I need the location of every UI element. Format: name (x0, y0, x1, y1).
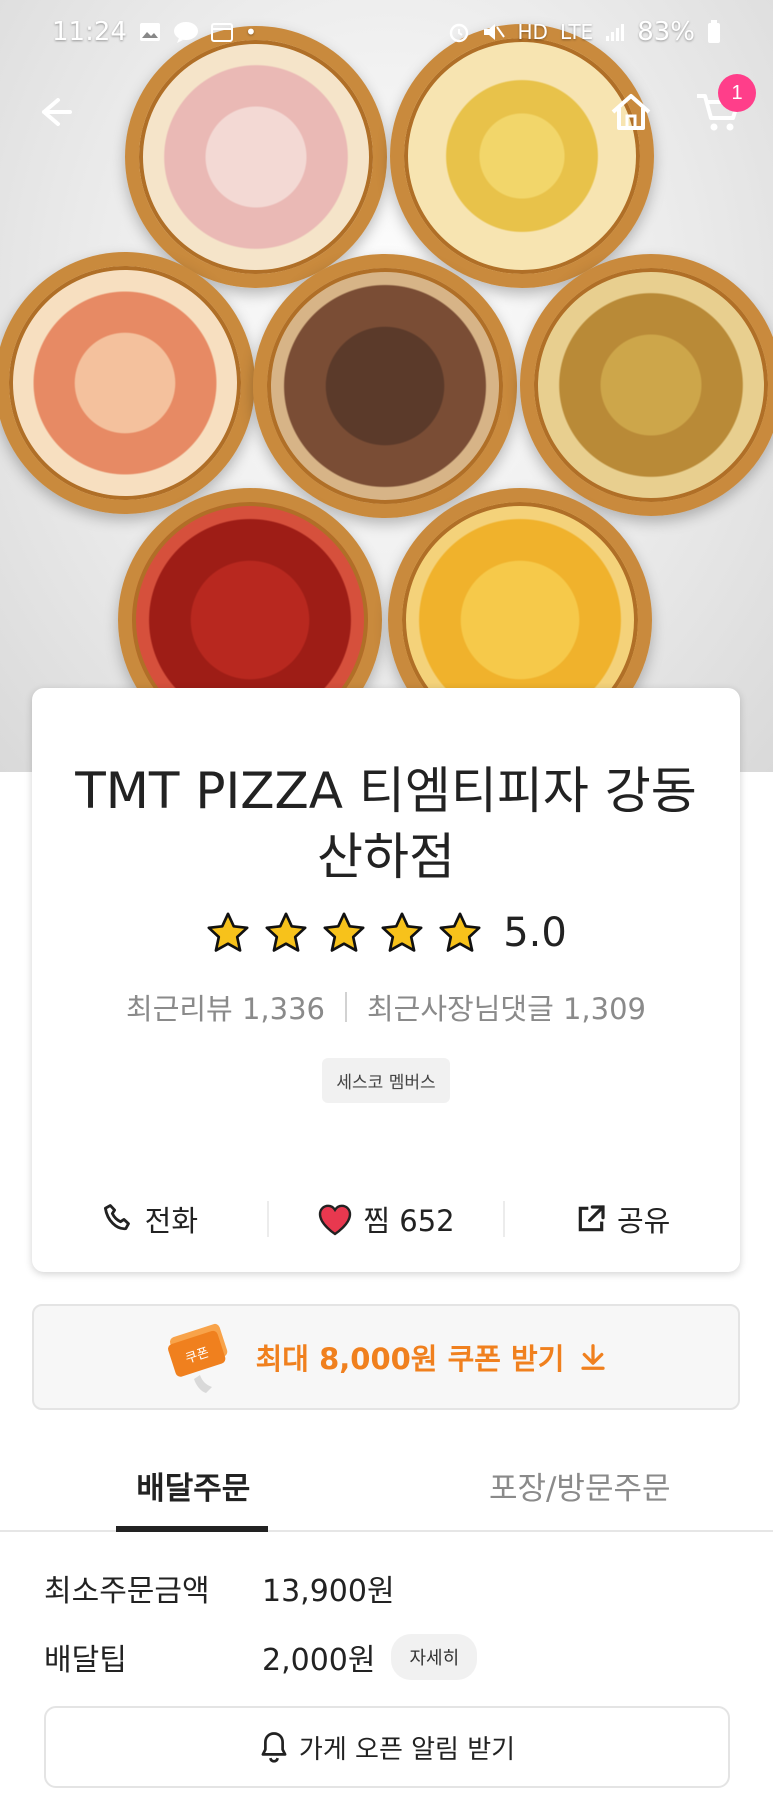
tab-pickup-label: 포장/방문주문 (488, 1470, 671, 1507)
star-icon (381, 912, 423, 952)
star-icon (439, 912, 481, 952)
delivery-tip-row: 배달팁 2,000원 자세히 (44, 1634, 478, 1680)
heart-icon (319, 1204, 352, 1236)
share-icon (578, 1205, 605, 1232)
pizza-image (0, 252, 255, 514)
image-icon (139, 23, 160, 41)
delivery-tip-value: 2,000원 (262, 1643, 376, 1678)
hd-icon: HD (517, 20, 548, 44)
delivery-tip-key: 배달팁 (44, 1643, 127, 1678)
phone-icon (103, 1204, 130, 1231)
share-label: 공유 (616, 1204, 671, 1238)
tab-delivery-label: 배달주문 (136, 1470, 251, 1507)
star-icon (207, 912, 249, 952)
star-icon (323, 912, 365, 952)
share-button[interactable]: 공유 (505, 1198, 740, 1240)
coupon-label: 최대 8,000원 쿠폰 받기 (255, 1342, 565, 1376)
owner-replies-link[interactable]: 최근사장님댓글 1,309 (367, 986, 646, 1028)
store-name: TMT PIZZA 티엠티피자 강동산하점 (75, 762, 697, 886)
alarm-icon (449, 23, 468, 43)
battery-percent: 83% (637, 17, 695, 47)
recent-reviews-link[interactable]: 최근리뷰 1,336 (126, 986, 325, 1028)
review-counts: 최근리뷰 1,336 최근사장님댓글 1,309 (32, 986, 740, 1028)
talk-icon (173, 22, 198, 43)
order-type-tabs: 배달주문 포장/방문주문 (0, 1440, 773, 1532)
star-icon (265, 912, 307, 952)
signal-icon (606, 24, 625, 41)
coupon-icon: 쿠폰 (167, 1323, 227, 1393)
lte-icon: LTE (559, 20, 594, 44)
hero-image (0, 0, 773, 772)
bell-icon (261, 1732, 287, 1763)
store-info-card: TMT PIZZA 티엠티피자 강동산하점 5.0 최근리뷰 1,336 최근사… (32, 688, 740, 1272)
cart-count-badge: 1 (718, 74, 756, 112)
home-button[interactable] (605, 86, 657, 138)
call-label: 전화 (144, 1204, 199, 1238)
order-info: 최소주문금액 13,900원 배달팁 2,000원 자세히 가게 오픈 알림 받… (0, 1534, 773, 1808)
pizza-image (520, 254, 773, 516)
dot-icon: • (244, 20, 257, 44)
divider (344, 992, 347, 1022)
mute-icon (483, 24, 505, 40)
home-icon (611, 94, 651, 130)
pizza-image (125, 26, 387, 288)
tab-delivery[interactable]: 배달주문 (0, 1440, 387, 1532)
coupon-button[interactable]: 쿠폰 최대 8,000원 쿠폰 받기 (32, 1304, 740, 1410)
like-label: 찜 652 (363, 1204, 455, 1238)
min-order-value: 13,900원 (262, 1574, 395, 1609)
min-order-key: 최소주문금액 (44, 1574, 210, 1609)
detail-button[interactable]: 자세히 (391, 1634, 478, 1680)
open-notify-label: 가게 오픈 알림 받기 (298, 1734, 516, 1765)
download-arrow-icon (581, 1344, 606, 1370)
call-button[interactable]: 전화 (32, 1198, 267, 1240)
like-button[interactable]: 찜 652 (269, 1198, 504, 1240)
status-time: 11:24 (52, 17, 127, 47)
action-row: 전화 찜 652 공유 (32, 1198, 740, 1240)
min-order-row: 최소주문금액 13,900원 (44, 1566, 395, 1610)
arrow-left-icon (42, 98, 72, 126)
store-page: 11:24 • HD LTE 83% 1 TMT PIZZA 티엠티피자 강동산… (0, 0, 773, 1808)
rating-value: 5.0 (503, 910, 567, 956)
back-button[interactable] (28, 86, 80, 138)
member-badge: 세스코 멤버스 (322, 1058, 450, 1103)
calendar-icon (210, 23, 233, 42)
battery-icon (708, 20, 720, 43)
rating: 5.0 (32, 910, 740, 956)
status-bar: 11:24 • HD LTE 83% (0, 0, 773, 64)
open-notify-button[interactable]: 가게 오픈 알림 받기 (44, 1706, 730, 1788)
pizza-image (253, 254, 517, 518)
tab-pickup[interactable]: 포장/방문주문 (387, 1440, 773, 1530)
